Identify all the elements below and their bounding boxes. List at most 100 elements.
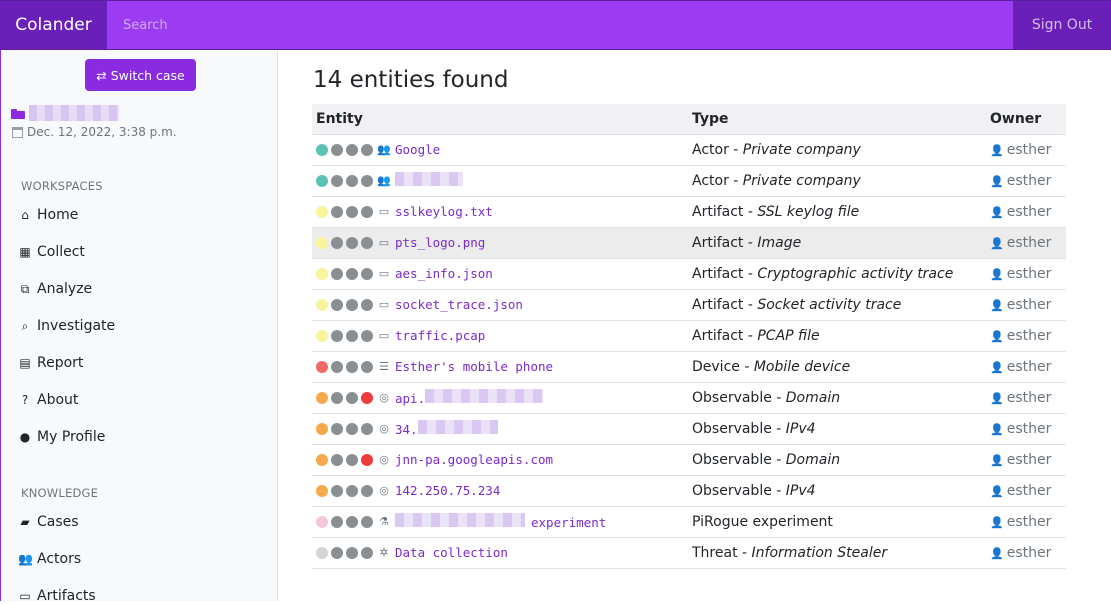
case-date-text: Dec. 12, 2022, 3:38 p.m. <box>27 125 177 139</box>
entity-cell: ▭ sslkeylog.txt <box>312 196 688 228</box>
status-dot <box>346 329 358 342</box>
entity-link[interactable]: traffic.pcap <box>395 328 485 343</box>
entity-link[interactable]: Data collection <box>395 545 508 560</box>
entity-kind: Device <box>692 358 740 375</box>
status-dot <box>331 360 343 373</box>
sidebar-item-report[interactable]: ▤ Report <box>18 355 83 371</box>
entity-link[interactable]: api. <box>395 389 544 406</box>
brand-logo[interactable]: Colander <box>0 1 107 49</box>
redacted-text <box>395 172 463 186</box>
entity-cell: 👥 Google <box>312 134 688 166</box>
table-row[interactable]: ▭ sslkeylog.txt Artifact - SSL keylog file… <box>312 196 1066 228</box>
sidebar-item-actors[interactable]: 👥 Actors <box>18 551 81 567</box>
entity-link[interactable]: Google <box>395 142 440 157</box>
entity-name: Esther's mobile phone <box>395 359 554 374</box>
table-row[interactable]: ⚗ experiment PiRogue experiment 👤 esther <box>312 506 1066 538</box>
table-row[interactable]: ◎ jnn-pa.googleapis.com Observable - Domai… <box>312 444 1066 476</box>
server-icon: ☰ <box>379 360 389 373</box>
table-row[interactable]: ◎ 34. Observable - IPv4 👤 esther <box>312 413 1066 445</box>
column-entity: Entity <box>312 104 688 135</box>
entity-link[interactable]: socket_trace.json <box>395 297 523 312</box>
user-icon: 👤 <box>990 360 1004 374</box>
entity-link[interactable]: 34. <box>395 420 498 437</box>
table-row[interactable]: ▭ traffic.pcap Artifact - PCAP file 👤 esther <box>312 320 1066 352</box>
table-row[interactable]: ✲ Data collection Threat - Information Ste… <box>312 537 1066 569</box>
table-row[interactable]: ▭ aes_info.json Artifact - Cryptographic a… <box>312 258 1066 290</box>
entity-cell: 👥 <box>312 165 688 197</box>
user-icon: 👤 <box>990 329 1004 343</box>
owner-cell: 👤 esther <box>986 320 1066 352</box>
status-dot <box>361 298 373 311</box>
main-content: 14 entities found Entity Type Owner 👥 Goo… <box>278 50 1111 601</box>
entity-name: experiment <box>531 515 607 530</box>
entity-subtype: Image <box>757 234 802 251</box>
table-header: Entity Type Owner <box>312 104 1066 135</box>
owner-name: esther <box>1006 544 1052 561</box>
entity-name: jnn-pa.googleapis.com <box>395 452 554 467</box>
tlp-dot <box>316 484 328 497</box>
entity-link[interactable]: jnn-pa.googleapis.com <box>395 452 553 467</box>
entity-kind: PiRogue experiment <box>692 513 833 530</box>
owner-name: esther <box>1006 296 1052 313</box>
table-row[interactable]: ▭ pts_logo.png Artifact - Image 👤 esther <box>312 227 1066 259</box>
type-cell: Device - Mobile device <box>688 351 986 383</box>
entity-subtype: Private company <box>742 141 861 158</box>
type-cell: Observable - IPv4 <box>688 475 986 507</box>
entity-link[interactable]: Esther's mobile phone <box>395 359 553 374</box>
entity-link[interactable]: experiment <box>395 513 606 530</box>
nav-label: Home <box>37 207 79 223</box>
table-row[interactable]: ☰ Esther's mobile phone Device - Mobile de… <box>312 351 1066 383</box>
table-row[interactable]: ▭ socket_trace.json Artifact - Socket acti… <box>312 289 1066 321</box>
table-row[interactable]: 👥 Google Actor - Private company 👤 esther <box>312 134 1066 166</box>
sidebar-item-analyze[interactable]: ⧉ Analyze <box>18 281 92 297</box>
sidebar-item-artifacts[interactable]: ▭ Artifacts <box>18 588 95 604</box>
entity-subtype: Domain <box>785 451 841 468</box>
entity-name: traffic.pcap <box>395 328 486 343</box>
sidebar-item-cases[interactable]: ▰ Cases <box>18 514 78 530</box>
entity-name: Data collection <box>395 545 508 560</box>
status-dot <box>331 329 343 342</box>
entity-kind: Observable <box>692 420 772 437</box>
entity-kind: Artifact <box>692 296 744 313</box>
entity-link[interactable]: aes_info.json <box>395 266 493 281</box>
entity-cell: ▭ socket_trace.json <box>312 289 688 321</box>
entity-kind: Threat <box>692 544 738 561</box>
table-row[interactable]: ◎ api. Observable - Domain 👤 esther <box>312 382 1066 414</box>
status-dot <box>331 236 343 249</box>
user-icon: 👤 <box>990 546 1004 560</box>
status-dot <box>331 546 343 559</box>
sidebar-item-home[interactable]: ⌂ Home <box>18 207 78 223</box>
status-dot <box>361 143 373 156</box>
sidebar-item-my-profile[interactable]: ● My Profile <box>18 429 106 445</box>
type-cell: Observable - Domain <box>688 444 986 476</box>
sidebar-item-about[interactable]: ? About <box>18 392 79 408</box>
entity-link[interactable]: 142.250.75.234 <box>395 483 500 498</box>
tlp-dot <box>316 236 328 249</box>
column-owner: Owner <box>986 104 1066 135</box>
entity-cell: ▭ aes_info.json <box>312 258 688 290</box>
table-row[interactable]: 👥 Actor - Private company 👤 esther <box>312 165 1066 197</box>
redacted-text <box>425 389 544 403</box>
type-cell: PiRogue experiment <box>688 506 986 538</box>
entity-link[interactable]: sslkeylog.txt <box>395 204 493 219</box>
user-icon: 👤 <box>990 453 1004 467</box>
table-row[interactable]: ◎ 142.250.75.234 Observable - IPv4 👤 esther <box>312 475 1066 507</box>
entity-link[interactable]: pts_logo.png <box>395 235 485 250</box>
sign-out-button[interactable]: Sign Out <box>1013 1 1111 49</box>
owner-name: esther <box>1006 203 1052 220</box>
entity-link[interactable] <box>395 172 463 189</box>
switch-case-button[interactable]: ⇄ Switch case <box>85 59 196 91</box>
current-case[interactable] <box>11 105 119 121</box>
status-dot <box>331 174 343 187</box>
status-dot <box>361 205 373 218</box>
entity-subtype: SSL keylog file <box>757 203 860 220</box>
status-dot <box>331 422 343 435</box>
question-icon: ? <box>21 393 29 407</box>
owner-name: esther <box>1006 234 1052 251</box>
search-input[interactable] <box>107 1 1013 49</box>
sidebar-item-collect[interactable]: ▦ Collect <box>18 244 85 260</box>
entity-cell: ⚗ experiment <box>312 506 688 538</box>
entity-cell: ◎ 34. <box>312 413 688 445</box>
owner-cell: 👤 esther <box>986 413 1066 445</box>
sidebar-item-investigate[interactable]: ⌕ Investigate <box>18 318 116 334</box>
